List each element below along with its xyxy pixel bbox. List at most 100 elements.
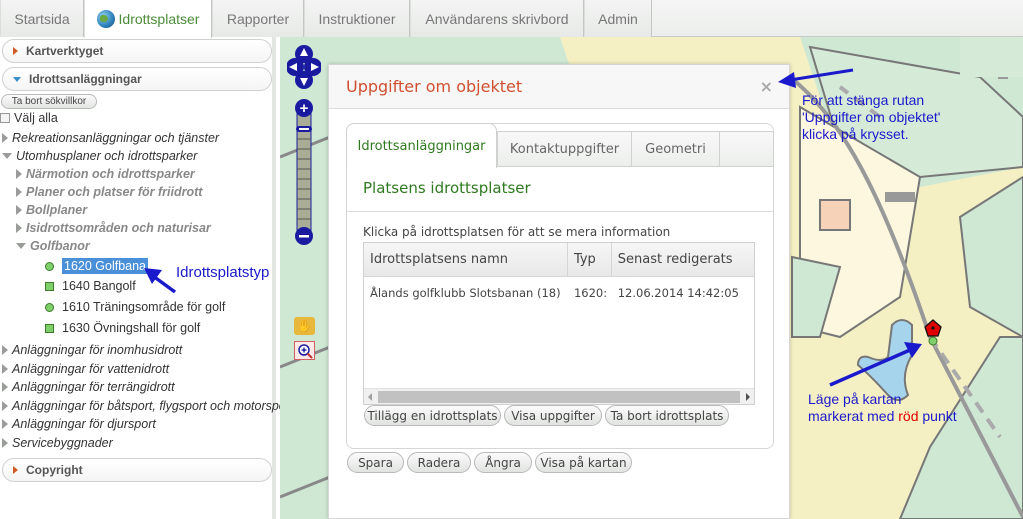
tab-label: Kontaktuppgifter xyxy=(509,141,620,157)
tab-idrottsanlaggningar[interactable]: Idrottsanläggningar xyxy=(346,123,497,168)
undo-button[interactable]: Ångra xyxy=(474,452,532,473)
tab-label: Rapporter xyxy=(226,10,290,27)
save-button[interactable]: Spara xyxy=(347,452,404,473)
table-hint: Klicka på idrottsplatsen för att se mera… xyxy=(363,225,671,239)
clear-filter-button[interactable]: Ta bort sökvillkor xyxy=(1,94,97,109)
scroll-left-icon[interactable] xyxy=(368,393,372,401)
leaf-1640-bangolf[interactable]: 1640 Bangolf xyxy=(45,279,136,293)
section-title: Platsens idrottsplatser xyxy=(363,179,531,197)
tree-label: Anläggningar för inomhusidrott xyxy=(12,343,183,357)
pan-control[interactable] xyxy=(287,45,321,89)
leaf-label: 1630 Övningshall för golf xyxy=(62,321,201,335)
accordion-label: Copyright xyxy=(26,463,83,477)
dialog-title: Uppgifter om objektet xyxy=(346,77,523,96)
tree-label: Golfbanor xyxy=(30,239,90,253)
zoom-box-icon[interactable] xyxy=(294,341,315,360)
expand-arrow-icon[interactable] xyxy=(2,345,8,355)
circle-symbol-icon xyxy=(45,261,54,271)
annotation-line: klicka på krysset. xyxy=(802,126,909,142)
accordion-copyright[interactable]: Copyright xyxy=(2,458,272,482)
collapse-arrow-icon[interactable] xyxy=(2,153,12,159)
cell-edited: 12.06.2014 14:42:05 xyxy=(617,286,739,300)
add-sports-place-button[interactable]: Tillägg en idrottsplats xyxy=(364,405,501,426)
tab-geometri[interactable]: Geometri xyxy=(631,131,720,167)
annotation-text: punkt xyxy=(918,408,957,424)
expand-arrow-icon[interactable] xyxy=(16,223,22,233)
tree-item-narmotion[interactable]: Närmotion och idrottsparker xyxy=(16,167,195,181)
table-header: Idrottsplatsens namn Typ Senast redigera… xyxy=(364,243,754,277)
tree-item-utomhusplaner[interactable]: Utomhusplaner och idrottsparker xyxy=(2,149,197,163)
collapse-arrow-icon[interactable] xyxy=(16,243,26,249)
tree-item-batsport[interactable]: Anläggningar för båtsport, flygsport och… xyxy=(2,399,286,413)
scrollbar-thumb[interactable] xyxy=(378,391,740,403)
location-marker-icon[interactable] xyxy=(923,318,943,346)
close-icon[interactable]: × xyxy=(760,77,773,96)
tree-item-inomhusidrott[interactable]: Anläggningar för inomhusidrott xyxy=(2,343,182,357)
tab-anvandarens-skrivbord[interactable]: Användarens skrivbord xyxy=(410,0,584,37)
tab-idrottsplatser[interactable]: Idrottsplatser xyxy=(84,0,212,38)
expand-arrow-icon[interactable] xyxy=(2,364,8,374)
select-all-checkbox[interactable]: Välj alla xyxy=(0,111,58,125)
expand-arrow-icon[interactable] xyxy=(2,133,8,143)
tree-item-bollplaner[interactable]: Bollplaner xyxy=(16,203,87,217)
tab-kontaktuppgifter[interactable]: Kontaktuppgifter xyxy=(497,131,632,167)
expand-arrow-icon[interactable] xyxy=(2,382,8,392)
leaf-1630-ovningshall[interactable]: 1630 Övningshall för golf xyxy=(45,321,200,335)
leaf-label: 1640 Bangolf xyxy=(62,279,136,293)
horizontal-scrollbar[interactable] xyxy=(364,388,754,404)
expand-arrow-icon[interactable] xyxy=(16,169,22,179)
tree-label: Anläggningar för vattenidrott xyxy=(12,362,170,376)
expand-arrow-icon[interactable] xyxy=(2,438,8,448)
tree-item-rekreation[interactable]: Rekreationsanläggningar och tjänster xyxy=(2,131,219,145)
show-on-map-button[interactable]: Visa på kartan xyxy=(535,452,632,473)
tab-label: Idrottsanläggningar xyxy=(357,138,486,154)
leaf-label: 1610 Träningsområde för golf xyxy=(62,300,226,314)
tree-item-isidrott[interactable]: Isidrottsområden och naturisar xyxy=(16,221,211,235)
delete-button[interactable]: Radera xyxy=(407,452,471,473)
checkbox-icon[interactable] xyxy=(0,113,10,123)
zoom-slider[interactable]: + xyxy=(293,99,315,245)
tree-item-friidrott[interactable]: Planer och platser för friidrott xyxy=(16,185,202,199)
annotation-close-hint: För att stänga rutan 'Uppgifter om objek… xyxy=(802,92,940,143)
sports-places-table: Idrottsplatsens namn Typ Senast redigera… xyxy=(363,242,755,405)
annotation-line: 'Uppgifter om objektet' xyxy=(802,109,941,125)
tree-label: Bollplaner xyxy=(26,203,88,217)
tree-item-servicebyggnader[interactable]: Servicebyggnader xyxy=(2,436,113,450)
tree-label: Servicebyggnader xyxy=(12,436,113,450)
tree-label: Anläggningar för terrängidrott xyxy=(12,380,175,394)
tree-item-golfbanor[interactable]: Golfbanor xyxy=(16,239,90,253)
accordion-kartverktyget[interactable]: Kartverktyget xyxy=(2,39,272,63)
table-row[interactable]: Ålands golfklubb Slotsbanan (18) 1620: 1… xyxy=(364,277,754,309)
collapse-arrow-icon xyxy=(13,76,21,82)
tree-label: Isidrottsområden och naturisar xyxy=(26,221,211,235)
tab-instruktioner[interactable]: Instruktioner xyxy=(304,0,410,37)
svg-text:+: + xyxy=(300,100,309,117)
expand-arrow-icon[interactable] xyxy=(2,419,8,429)
tree-item-terrangidrott[interactable]: Anläggningar för terrängidrott xyxy=(2,380,175,394)
expand-arrow-icon[interactable] xyxy=(16,205,22,215)
tab-label: Startsida xyxy=(14,10,70,27)
pan-hand-icon[interactable]: ✋ xyxy=(294,317,315,335)
show-details-button[interactable]: Visa uppgifter xyxy=(504,405,602,426)
remove-sports-place-button[interactable]: Ta bort idrottsplats xyxy=(605,405,729,426)
expand-arrow-icon xyxy=(13,466,18,474)
tab-label: Idrottsplatser xyxy=(118,11,200,27)
scroll-right-icon[interactable] xyxy=(746,393,750,401)
column-header-edited[interactable]: Senast redigerats xyxy=(612,243,754,276)
column-header-type[interactable]: Typ xyxy=(568,243,612,276)
leaf-1610-traningsomrade[interactable]: 1610 Träningsområde för golf xyxy=(45,300,225,314)
column-header-name[interactable]: Idrottsplatsens namn xyxy=(364,243,568,276)
tab-rapporter[interactable]: Rapporter xyxy=(212,0,304,37)
expand-arrow-icon[interactable] xyxy=(16,187,22,197)
expand-arrow-icon[interactable] xyxy=(2,401,8,411)
top-navigation: Startsida Idrottsplatser Rapporter Instr… xyxy=(0,0,1023,38)
tab-admin[interactable]: Admin xyxy=(584,0,652,37)
leaf-1620-golfbana[interactable]: 1620 Golfbana xyxy=(45,258,149,274)
annotation-text: markerat med xyxy=(808,408,899,424)
tree-item-vattenidrott[interactable]: Anläggningar för vattenidrott xyxy=(2,362,169,376)
globe-icon xyxy=(96,10,115,28)
tree-item-djursport[interactable]: Anläggningar för djursport xyxy=(2,417,156,431)
tab-startsida[interactable]: Startsida xyxy=(0,0,84,37)
annotation-line: markerat med röd punkt xyxy=(808,408,957,425)
accordion-idrottsanlaggningar[interactable]: Idrottsanläggningar xyxy=(2,67,272,91)
